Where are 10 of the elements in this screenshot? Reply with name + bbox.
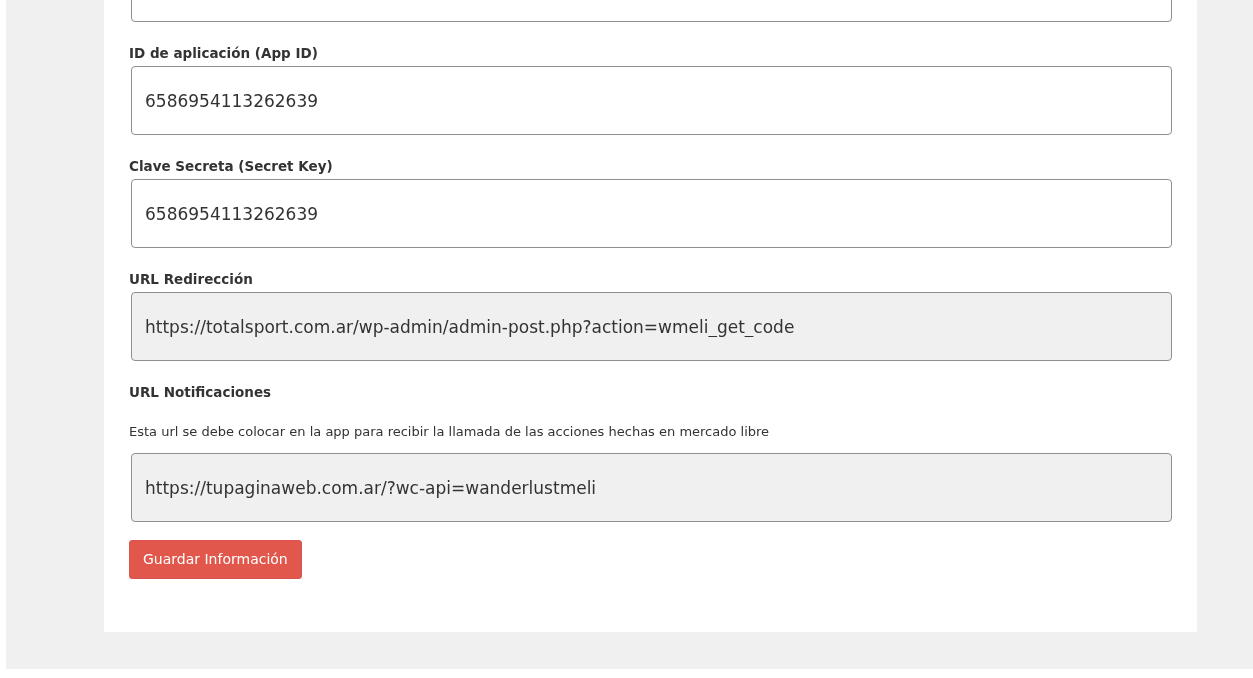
help-text: Esta url se debe colocar en la app para recibir la llamada de las acciones hechas en mercado libre [129,423,771,441]
save-button[interactable]: Guardar Información [129,540,302,579]
field-label: Clave Secreta (Secret Key) [129,157,334,175]
input-field[interactable]: https://totalsport.com.ar/wp-admin/admin-post.php?action=wmeli_get_code [131,292,1172,361]
input-field[interactable]: 6586954113262639 [131,179,1172,248]
field-label: URL Redirección [129,270,254,288]
field-label: URL Notificaciones [129,383,273,401]
field-label: ID de aplicación (App ID) [129,44,319,62]
input-field[interactable]: 6586954113262639 [131,66,1172,135]
input-field[interactable]: https://tupaginaweb.com.ar/?wc-api=wanderlustmeli [131,453,1172,522]
